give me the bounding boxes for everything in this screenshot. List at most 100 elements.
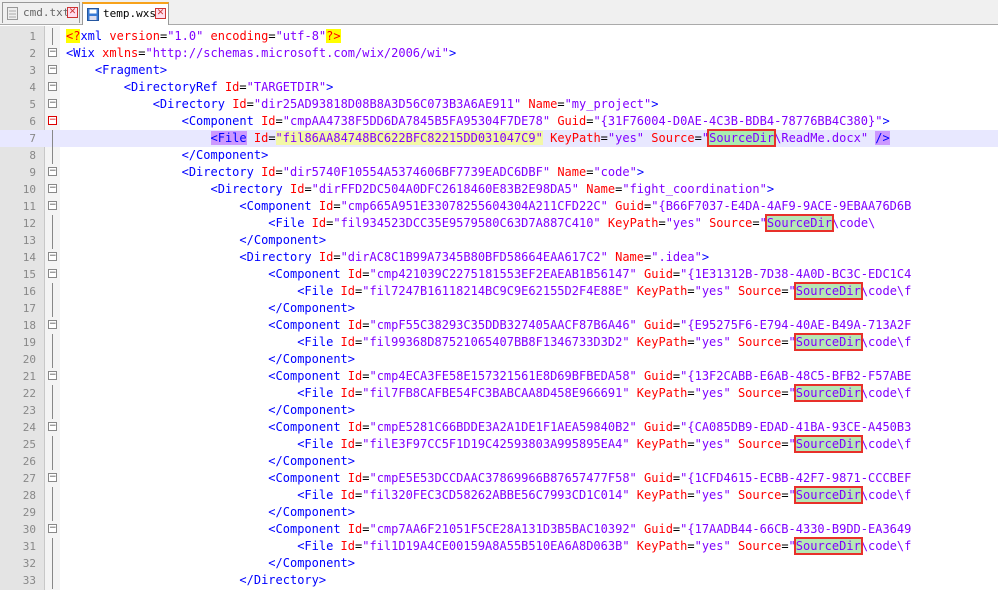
code-line[interactable]: 32 </Component> <box>0 555 998 572</box>
code-line[interactable]: 26 </Component> <box>0 453 998 470</box>
code-token: > <box>636 165 645 179</box>
line-number: 23 <box>22 404 36 417</box>
code-token: <File <box>210 131 247 145</box>
code-line[interactable]: 22 <File Id = "fil7FB8CAFBE54FC3BABCAA8D45… <box>0 384 998 402</box>
line-number: 19 <box>22 336 36 349</box>
fold-toggle-icon[interactable]: − <box>48 184 57 193</box>
line-number: 12 <box>22 217 36 230</box>
code-token: Id <box>340 437 355 451</box>
code-line[interactable]: 14 − <Directory Id="dirAC8C1B99A7345B80BF… <box>0 249 998 266</box>
tab-cmd-txt[interactable]: cmd.txt ✕ <box>2 2 80 23</box>
highlighted-source-dir: SourceDir <box>793 537 863 555</box>
fold-toggle-icon[interactable]: − <box>48 65 57 74</box>
code-line[interactable]: 9 − <Directory Id="dir5740F10554A5374606B… <box>0 164 998 181</box>
code-line[interactable]: 23 </Component> <box>0 402 998 419</box>
code-line[interactable]: 15 − <Component Id="cmp421039C2275181553E… <box>0 266 998 283</box>
code-token: Id <box>261 165 276 179</box>
code-line[interactable]: 13 </Component> <box>0 232 998 249</box>
close-icon[interactable]: ✕ <box>67 7 78 18</box>
fold-toggle-icon[interactable]: − <box>48 201 57 210</box>
code-token: = <box>275 114 283 128</box>
code-line[interactable]: 4 − <DirectoryRef Id="TARGETDIR"> <box>0 79 998 96</box>
code-line[interactable]: 5− <Directory Id="dir25AD93818D08B8A3D56… <box>0 96 998 113</box>
fold-toggle-icon[interactable]: − <box>48 524 57 533</box>
code-line[interactable]: 2 − <Wix xmlns="http://schemas.microsoft.c… <box>0 45 998 62</box>
fold-toggle-icon[interactable]: − <box>48 48 57 57</box>
code-token: = <box>687 539 695 553</box>
code-line[interactable]: 28 <File Id = "fil320FEC3CD58262ABBE56C799… <box>0 486 998 504</box>
code-editor[interactable]: 1 <?xml version="1.0" encoding="utf-8"?> 2… <box>0 26 998 590</box>
line-number: 22 <box>22 387 36 400</box>
code-token: "{13F2CABB-E6AB-48C5-BFB2-F57ABE <box>680 369 912 383</box>
tab-bar: cmd.txt ✕ temp.wxs ✕ <box>0 0 998 25</box>
fold-toggle-icon[interactable]: − <box>48 371 57 380</box>
code-line[interactable]: 18 − <Component Id="cmpF55C38293C35DDB327… <box>0 317 998 334</box>
code-token: "{17AADB44-66CB-4330-B9DD-EA3649 <box>680 522 912 536</box>
fold-toggle-icon[interactable]: − <box>48 422 57 431</box>
code-text: </Component> <box>66 147 269 164</box>
highlighted-source-dir: SourceDir <box>793 384 863 402</box>
close-icon[interactable]: ✕ <box>155 8 166 19</box>
fold-toggle-icon[interactable]: − <box>48 269 57 278</box>
code-line[interactable]: 6 − <Component Id="cmpAA4738F5DD6DA7845B5… <box>0 113 998 130</box>
line-number: 11 <box>22 200 36 213</box>
code-line[interactable]: 25 <File Id = "filE3F97CC5F1D19C42593803A9… <box>0 435 998 453</box>
fold-toggle-icon[interactable]: − <box>48 99 57 108</box>
code-token: "cmp665A951E33078255604304A211CFD22C" <box>340 199 608 213</box>
code-token: "cmpAA4738F5DD6DA7845B5FA95304F7DE78" <box>282 114 551 128</box>
fold-guide <box>52 385 53 402</box>
code-line[interactable]: 1 <?xml version="1.0" encoding="utf-8"?> <box>0 28 998 45</box>
fold-toggle-icon[interactable]: − <box>48 252 57 261</box>
code-line[interactable]: 17 </Component> <box>0 300 998 317</box>
code-line[interactable]: 29 </Component> <box>0 504 998 521</box>
line-number: 32 <box>22 557 36 570</box>
code-token: " <box>788 284 796 298</box>
code-line[interactable]: 16 <File Id = "fil7247B16118214BC9C9E62155… <box>0 282 998 300</box>
code-line[interactable]: 24 − <Component Id="cmpE5281C66BDDE3A2A1D… <box>0 419 998 436</box>
code-token: Guid <box>557 114 587 128</box>
fold-toggle-icon[interactable]: − <box>48 167 57 176</box>
code-text: <Component Id="cmp421039C2275181553EF2EA… <box>66 266 911 283</box>
code-token: </Component> <box>268 505 355 519</box>
fold-toggle-icon[interactable]: − <box>48 82 57 91</box>
code-text: <File Id = "filE3F97CC5F1D19C42593803A9958… <box>66 435 911 453</box>
line-number: 8 <box>29 149 36 162</box>
fold-toggle-icon[interactable]: − <box>48 116 57 125</box>
fold-toggle-icon[interactable]: − <box>48 473 57 482</box>
fold-toggle-icon[interactable]: − <box>48 320 57 329</box>
text-file-icon <box>7 7 18 20</box>
code-token: > <box>651 97 659 111</box>
code-line[interactable]: 21 − <Component Id="cmp4ECA3FE58E15732156… <box>0 368 998 385</box>
code-line[interactable]: 10 − <Directory Id="dirFFD2DC504A0DFC2618… <box>0 181 998 198</box>
code-token: = <box>781 437 789 451</box>
code-line[interactable]: 30 − <Component Id="cmp7AA6F21051F5CE28A1… <box>0 521 998 538</box>
code-line[interactable]: 19 <File Id = "fil99368D87521065407BB8F134… <box>0 333 998 351</box>
code-token: = <box>333 250 341 264</box>
code-token: = <box>781 284 789 298</box>
code-line[interactable]: 11 − <Component Id="cmp665A951E3307825560… <box>0 198 998 215</box>
line-number: 21 <box>22 370 36 383</box>
code-line[interactable]: 31 <File Id = "fil1D19A4CE00159A8A55B510EA… <box>0 537 998 555</box>
code-line[interactable]: 20 </Component> <box>0 351 998 368</box>
code-line[interactable]: 33 </Directory> <box>0 572 998 589</box>
code-line[interactable]: 8 </Component> <box>0 147 998 164</box>
tab-temp-wxs[interactable]: temp.wxs ✕ <box>82 2 169 25</box>
code-token: <Component <box>268 471 341 485</box>
code-token: "dir5740F10554A5374606BF7739EADC6DBF" <box>282 165 551 179</box>
code-line[interactable]: 3 − <Fragment> <box>0 62 998 79</box>
code-line[interactable]: 12 <File Id = "fil934523DCC35E9579580C63D7… <box>0 214 998 232</box>
code-line[interactable]: 7 <File Id="fil86AA84748BC622BFC82215DD0… <box>0 129 998 147</box>
code-line[interactable]: 27 − <Component Id="cmpE5E53DCCDAAC378699… <box>0 470 998 487</box>
